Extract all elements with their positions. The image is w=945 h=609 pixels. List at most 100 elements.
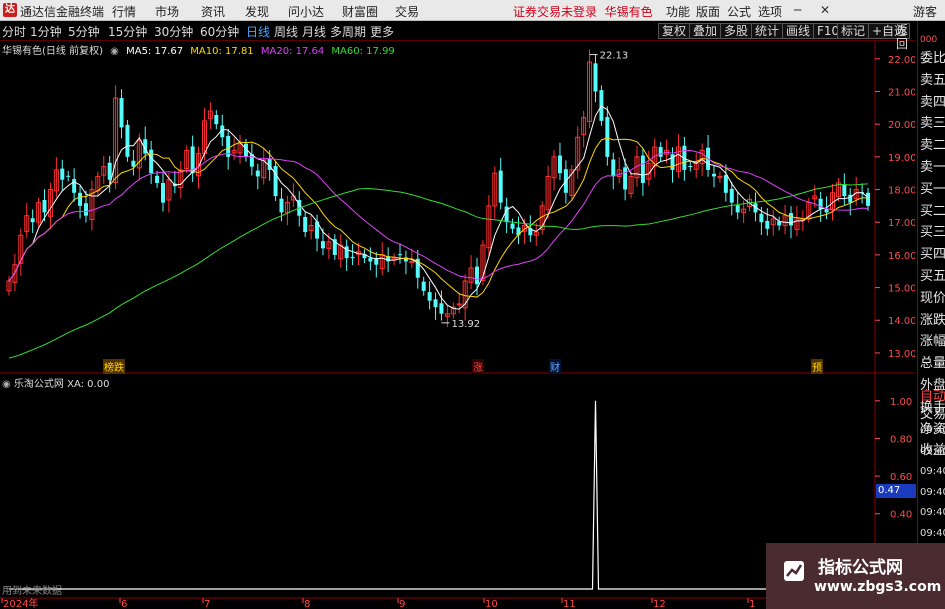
close-icon[interactable]: ✕ [820, 3, 830, 17]
x-tick-label: 12 [653, 599, 666, 609]
guest-label[interactable]: 游客 [913, 3, 937, 20]
quote-side-panel: 000 委比 卖五 卖四 卖三 卖二 卖一 买一 买二 买三 买四 买五 现价 涨跌 涨幅 总量 外盘 换手 净资… [917, 21, 945, 609]
period-monthly[interactable]: 月线 [302, 23, 326, 40]
adjust-button[interactable]: 复权 [658, 23, 691, 39]
y-tick-label: 21.00 [888, 87, 915, 98]
x-tick-label: 6 [121, 599, 127, 609]
y-tick-label: 22.00 [888, 55, 915, 66]
panel-time-2: 09:40 [920, 466, 945, 477]
period-tick[interactable]: 分时 [2, 23, 26, 40]
x-tick-label: 10 [485, 599, 498, 609]
auto-label[interactable]: 自动 [920, 385, 945, 404]
candle-body-down [711, 173, 716, 177]
ma20-line [8, 149, 869, 282]
menu-item-discover[interactable]: 发现 [245, 3, 269, 20]
panel-label-5: 卖一 [920, 160, 945, 175]
period-30min[interactable]: 30分钟 [154, 23, 193, 40]
settings-dot-icon[interactable]: ◉ [2, 379, 11, 390]
menu-item-ask[interactable]: 问小达 [288, 3, 324, 20]
candle-body-down [688, 165, 693, 167]
settings-dot-icon[interactable]: ◉ [110, 46, 119, 57]
candle-body-down [397, 254, 402, 256]
period-15min[interactable]: 15分钟 [108, 23, 147, 40]
menu-function[interactable]: 功能 [666, 3, 690, 20]
ma5-label: MA5: 17.67 [126, 46, 184, 57]
candle-body-down [279, 198, 284, 213]
menu-formula[interactable]: 公式 [727, 3, 751, 20]
candle-body-down [842, 184, 847, 197]
future-data-note: 用到未来数据 [2, 586, 62, 597]
event-marker-drop[interactable]: 榜跌 [103, 359, 125, 374]
candle-body-down [155, 175, 160, 183]
candle-body-down [131, 160, 136, 167]
menu-options[interactable]: 选项 [758, 3, 782, 20]
event-marker-forecast[interactable]: 预 [811, 359, 823, 374]
mark-button[interactable]: 标记 [837, 23, 870, 39]
candle-body-down [60, 168, 65, 180]
event-marker-finance[interactable]: 财 [549, 359, 561, 374]
candle-body-up [409, 260, 415, 263]
candle-body-down [723, 175, 728, 193]
overlay-button[interactable]: 叠加 [689, 23, 722, 39]
menu-layout[interactable]: 版面 [696, 3, 720, 20]
login-warning[interactable]: 证券交易未登录 华锡有色 [513, 3, 653, 20]
period-60min[interactable]: 60分钟 [200, 23, 239, 40]
panel-label-14: 总量 [920, 356, 945, 372]
panel-time-5: 09:40 [920, 527, 945, 539]
sub-grid [0, 374, 876, 609]
period-1min[interactable]: 1分钟 [30, 23, 62, 40]
menu-item-quotes[interactable]: 行情 [112, 3, 136, 20]
candle-body-down [605, 116, 610, 157]
y-tick-label: 20.00 [888, 120, 915, 131]
candle-body-down [789, 213, 794, 226]
candle-body-down [255, 170, 260, 177]
sub-y-tick-label: 0.40 [890, 510, 912, 521]
y-tick-label: 13.00 [888, 349, 915, 360]
draw-line-button[interactable]: 画线 [782, 23, 815, 39]
ma20-label: MA20: 17.64 [260, 46, 325, 57]
period-more[interactable]: 更多 [370, 23, 394, 40]
panel-label-9: 买四 [920, 247, 945, 263]
menu-item-market[interactable]: 市场 [155, 3, 179, 20]
panel-label-2: 卖四 [920, 94, 945, 110]
main-y-ticks: 22.00 21.00 20.00 19.00 18.00 17.00 16.00 15.00… [875, 55, 915, 360]
minimize-icon[interactable]: ─ [794, 3, 801, 17]
candle-body-down [107, 162, 112, 180]
menu-item-news[interactable]: 资讯 [201, 3, 225, 20]
panel-label-11: 现价 [920, 290, 945, 306]
candle-body-down [611, 159, 616, 177]
menu-item-trade[interactable]: 交易 [395, 3, 419, 20]
trade-label[interactable]: 交易 [920, 403, 945, 422]
y-tick-label: 15.00 [888, 284, 915, 295]
period-5min[interactable]: 5分钟 [68, 23, 100, 40]
candle-body-down [119, 98, 124, 128]
panel-label-0: 委比 [920, 51, 945, 66]
x-tick-label: 2024年 [3, 597, 38, 609]
candle-body-down [640, 155, 645, 183]
panel-time-0: 09:40 [920, 425, 945, 436]
x-tick-label: 8 [304, 599, 310, 609]
stats-button[interactable]: 统计 [751, 23, 784, 39]
back-button[interactable]: 返回 [893, 23, 915, 51]
menu-item-wealth[interactable]: 财富圈 [342, 3, 378, 20]
period-multi[interactable]: 多周期 [330, 23, 366, 40]
xa-series-line [8, 400, 869, 590]
candlestick-chart[interactable]: 22.00 21.00 20.00 19.00 18.00 17.00 16.00 15.00… [0, 41, 915, 374]
multi-stock-button[interactable]: 多股 [720, 23, 753, 39]
candle-body-down [593, 63, 598, 92]
y-tick-label: 18.00 [888, 186, 915, 197]
y-tick-label: 14.00 [888, 316, 915, 327]
candle-body-down [350, 256, 355, 259]
x-tick-label: 11 [563, 599, 576, 609]
y-tick-label: 16.00 [888, 251, 915, 262]
candle-body-down [149, 149, 154, 174]
candle-body-down [30, 218, 35, 223]
event-marker-rise[interactable]: 涨 [472, 359, 484, 374]
panel-label-4: 卖二 [920, 138, 945, 154]
ma60-label: MA60: 17.99 [331, 46, 395, 57]
x-tick-label: 1 [749, 599, 755, 609]
period-weekly[interactable]: 周线 [274, 23, 298, 40]
panel-time-3: 09:40 [920, 486, 945, 498]
period-daily[interactable]: 日线 [246, 23, 270, 40]
candle-body-down [66, 175, 71, 177]
